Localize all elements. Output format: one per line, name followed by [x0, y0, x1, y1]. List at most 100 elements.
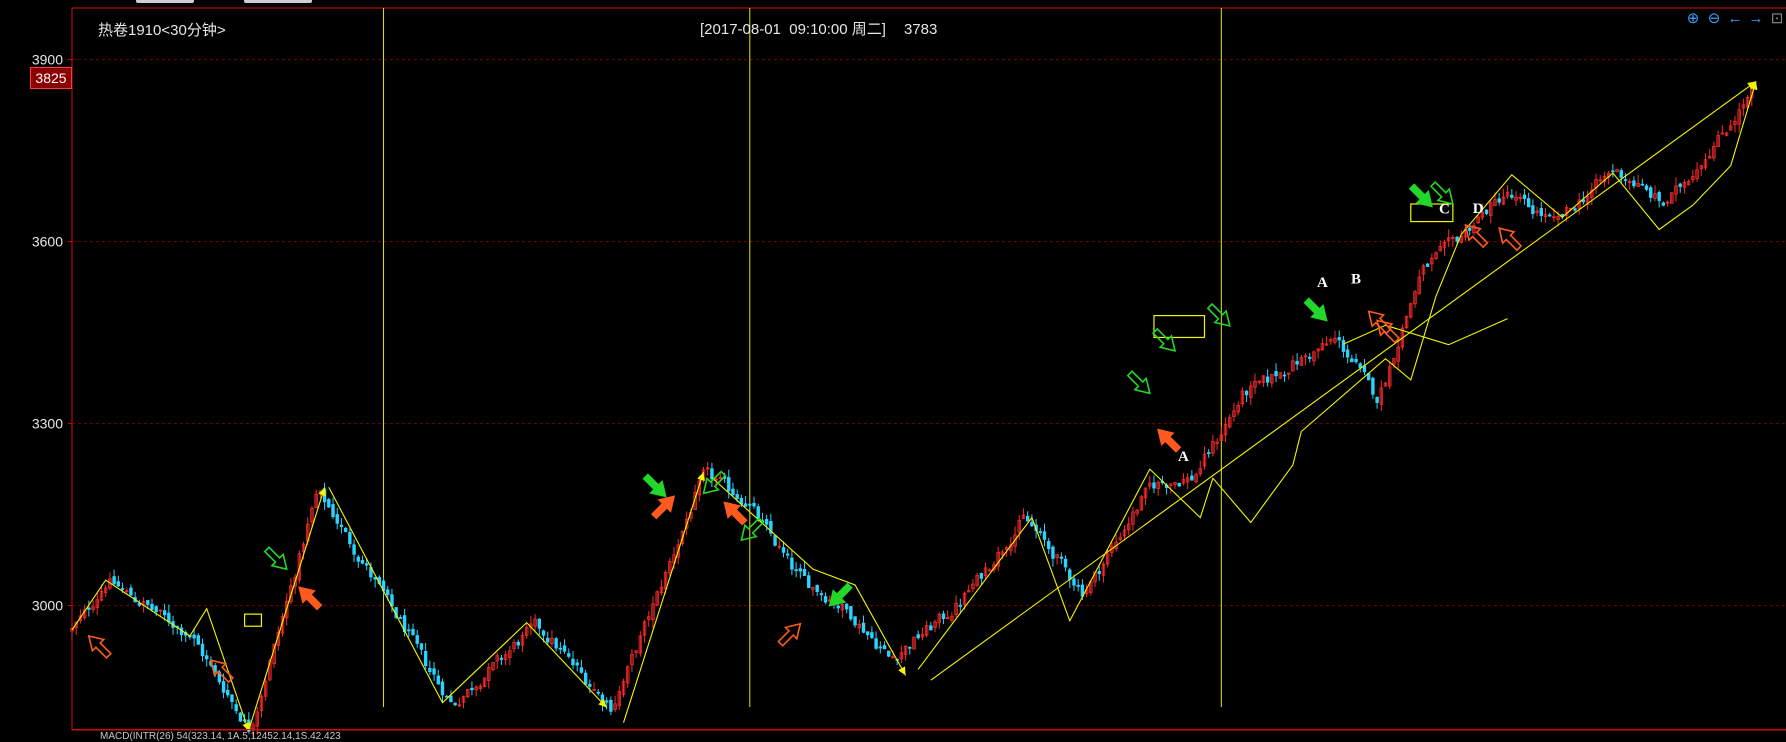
- candle-body: [1539, 208, 1543, 216]
- candle-body: [790, 557, 794, 570]
- candle-body: [844, 603, 849, 610]
- candle-body: [205, 655, 209, 660]
- y-tick-label: 3300: [32, 416, 63, 432]
- candle-body: [1649, 187, 1653, 198]
- candle-body: [1295, 360, 1299, 365]
- candle-body: [878, 646, 883, 649]
- candle-body: [221, 681, 226, 693]
- candle-body: [798, 568, 803, 572]
- candle-body: [743, 503, 748, 507]
- restore-icon[interactable]: ⊡: [1768, 10, 1786, 28]
- candle-body: [1510, 194, 1514, 198]
- annotation-label: B: [1351, 271, 1361, 287]
- candle-body: [112, 576, 116, 585]
- candle-body: [1051, 546, 1055, 559]
- sell-signal-arrow-icon: [1151, 327, 1177, 352]
- candle-body: [150, 603, 154, 610]
- candle-body: [1030, 521, 1034, 527]
- candle-body: [853, 616, 857, 626]
- candle-body: [1371, 377, 1375, 395]
- candle-body: [1059, 556, 1064, 559]
- candle-body: [604, 700, 609, 703]
- candle-body: [756, 506, 760, 519]
- candle-body: [865, 631, 870, 636]
- candle-body: [537, 618, 542, 629]
- zigzag-line: [248, 487, 326, 731]
- candle-body: [146, 600, 150, 605]
- current-price-tag: 3825: [30, 67, 72, 89]
- candle-body: [356, 556, 360, 562]
- candle-body: [1661, 202, 1666, 206]
- sell-signal-arrow-icon: [702, 470, 727, 495]
- candle-body: [339, 524, 344, 528]
- cursor-datetime: [2017-08-01 09:10:00 周二]: [700, 21, 886, 38]
- candle-body: [1341, 340, 1346, 352]
- candle-body: [861, 622, 866, 633]
- candle-body: [558, 647, 563, 650]
- candle-body: [440, 681, 445, 696]
- candle-body: [335, 514, 339, 524]
- candle-body: [748, 503, 752, 506]
- candle-body: [819, 593, 824, 596]
- candle-body: [120, 588, 125, 590]
- candle-body: [575, 662, 579, 666]
- buy-signal-arrow-icon: [87, 634, 112, 660]
- candle-body: [1076, 584, 1080, 587]
- candle-body: [1207, 452, 1211, 455]
- arrow-right-icon[interactable]: →: [1747, 10, 1765, 28]
- candle-body: [1025, 516, 1030, 522]
- sell-signal-arrow-icon: [642, 473, 667, 498]
- candle-body: [1362, 365, 1367, 373]
- candle-body: [398, 617, 403, 619]
- cursor-readout: [2017-08-01 09:10:00 周二] 3783: [700, 18, 955, 39]
- candlestick-chart[interactable]: 3000 3300 3600 3900 A A B C D: [0, 0, 1786, 738]
- candle-body: [129, 587, 133, 596]
- candle-body: [781, 547, 786, 553]
- candle-body: [1573, 208, 1577, 211]
- buy-signal-arrow-icon: [777, 622, 802, 647]
- candle-body: [192, 634, 196, 639]
- candle-body: [710, 468, 714, 480]
- candle-body: [1152, 482, 1156, 489]
- candle-body: [1042, 531, 1047, 540]
- candle-body: [162, 610, 167, 616]
- indicator-panel: MACD(INTR(26) 54(323.14, 1A.5,12452.14,1…: [72, 729, 1786, 742]
- candle-body: [1177, 482, 1181, 487]
- buy-signal-arrow-icon: [650, 495, 676, 520]
- candle-body: [226, 689, 230, 696]
- candle-body: [1619, 170, 1623, 178]
- candle-body: [1644, 185, 1649, 190]
- candle-body: [1097, 571, 1101, 575]
- candle-body: [571, 658, 575, 666]
- zigzag-line: [328, 487, 608, 708]
- candle-body: [609, 699, 613, 712]
- candle-body: [234, 704, 238, 712]
- arrow-left-icon[interactable]: ←: [1726, 10, 1744, 28]
- candle-body: [154, 606, 158, 613]
- candle-body: [516, 641, 520, 646]
- candle-body: [230, 694, 234, 702]
- candle-body: [423, 651, 428, 667]
- candle-body: [428, 667, 432, 673]
- candle-body: [1244, 390, 1249, 396]
- candle-body: [596, 691, 600, 694]
- candle-body: [449, 695, 453, 703]
- candle-body: [941, 613, 946, 619]
- candle-body: [929, 625, 933, 631]
- candle-body: [411, 628, 415, 636]
- zoom-in-icon[interactable]: ⊕: [1684, 10, 1702, 28]
- indicator-readout: MACD(INTR(26) 54(323.14, 1A.5,12452.14,1…: [100, 731, 341, 742]
- candle-body: [499, 657, 504, 660]
- candle-body: [802, 568, 807, 576]
- candle-body: [887, 650, 891, 657]
- zoom-out-icon[interactable]: ⊖: [1705, 10, 1723, 28]
- candle-body: [348, 532, 352, 545]
- candle-body: [1526, 198, 1531, 208]
- candle-body: [1350, 358, 1354, 363]
- annotation-label: D: [1473, 201, 1484, 217]
- candle-body: [87, 607, 91, 610]
- y-tick-label: 3600: [32, 234, 63, 250]
- candle-body: [727, 476, 731, 492]
- buy-signal-arrow-icon: [1498, 227, 1523, 252]
- candle-body: [541, 630, 546, 636]
